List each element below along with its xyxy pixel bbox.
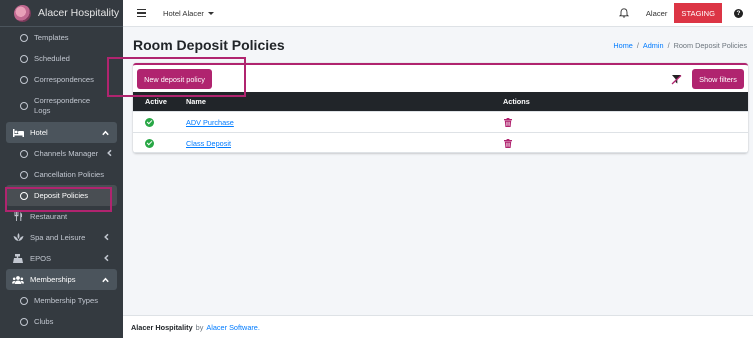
active-check-icon bbox=[145, 139, 154, 148]
environment-badge: STAGING bbox=[674, 3, 722, 23]
brand-link[interactable]: Alacer Hospitality bbox=[0, 0, 123, 27]
trash-icon[interactable] bbox=[504, 139, 512, 148]
deposit-policies-card: New deposit policy Show filters Active N… bbox=[133, 63, 748, 153]
sidebar-section-restaurant[interactable]: Restaurant bbox=[6, 206, 117, 227]
column-header-active[interactable]: Active bbox=[145, 97, 167, 106]
sidebar-item-label: Cancellation Policies bbox=[34, 169, 105, 179]
users-icon bbox=[12, 275, 24, 284]
sidebar-section-label: Spa and Leisure bbox=[30, 233, 86, 242]
circle-icon bbox=[20, 317, 28, 326]
sidebar-section-label: Hotel bbox=[30, 128, 48, 137]
chevron-up-icon bbox=[102, 128, 109, 137]
circle-icon bbox=[20, 149, 28, 158]
sidebar-section-label: Restaurant bbox=[30, 212, 68, 221]
footer-link[interactable]: Alacer Software. bbox=[206, 323, 260, 332]
caret-down-icon bbox=[207, 11, 214, 15]
breadcrumb-separator: / bbox=[667, 41, 670, 50]
column-header-actions: Actions bbox=[503, 97, 530, 106]
new-deposit-policy-button[interactable]: New deposit policy bbox=[137, 69, 212, 89]
sidebar-section-spa-and-leisure[interactable]: Spa and Leisure bbox=[6, 227, 117, 248]
topbar-right: Alacer STAGING ? bbox=[618, 0, 753, 26]
sidebar-section-label: EPOS bbox=[30, 254, 52, 263]
sidebar-item-cancellation-policies[interactable]: Cancellation Policies bbox=[6, 164, 117, 185]
footer-company: Alacer Hospitality bbox=[131, 322, 193, 332]
circle-icon bbox=[20, 296, 28, 305]
sidebar-item-label: Correspondences bbox=[34, 74, 94, 84]
chevron-left-icon bbox=[104, 233, 109, 242]
sidebar-item-clubs[interactable]: Clubs bbox=[6, 311, 117, 332]
circle-icon bbox=[20, 102, 28, 110]
footer: Alacer Hospitality by Alacer Software. bbox=[123, 315, 753, 338]
filter-clear-icon[interactable] bbox=[671, 74, 682, 85]
user-menu[interactable]: Alacer bbox=[646, 9, 668, 18]
column-header-name[interactable]: Name bbox=[186, 97, 206, 106]
table-header: Active Name Actions bbox=[133, 92, 748, 111]
sidebar-item-label: Templates bbox=[34, 32, 69, 42]
breadcrumb-separator: / bbox=[636, 41, 639, 50]
spa-icon bbox=[12, 233, 24, 242]
active-check-icon bbox=[145, 118, 154, 127]
sidebar-item-templates[interactable]: Templates bbox=[6, 27, 117, 48]
breadcrumb-home[interactable]: Home bbox=[613, 41, 632, 50]
chevron-left-icon bbox=[104, 254, 109, 263]
hotel-select-value: Hotel Alacer bbox=[163, 8, 204, 18]
chevron-left-icon bbox=[107, 149, 112, 158]
brand-name: Alacer Hospitality bbox=[38, 7, 120, 19]
circle-icon bbox=[20, 33, 28, 42]
sidebar-item-label: Membership Types bbox=[34, 295, 99, 305]
sidebar-item-correspondences[interactable]: Correspondences bbox=[6, 69, 117, 90]
table-row: Class Deposit bbox=[133, 132, 748, 153]
sidebar-item-label: Clubs bbox=[34, 316, 54, 326]
breadcrumb-current: Room Deposit Policies bbox=[673, 41, 747, 50]
sidebar-section-label: Memberships bbox=[30, 275, 76, 284]
sidebar-section-memberships[interactable]: Memberships bbox=[6, 269, 117, 290]
sidebar-item-scheduled[interactable]: Scheduled bbox=[6, 48, 117, 69]
hotel-select[interactable]: Hotel Alacer bbox=[163, 9, 214, 18]
show-filters-button[interactable]: Show filters bbox=[692, 69, 744, 89]
circle-icon bbox=[20, 170, 28, 179]
topbar: Hotel Alacer Alacer STAGING ? bbox=[123, 0, 753, 27]
sidebar-item-label: Deposit Policies bbox=[34, 190, 89, 200]
sidebar-item-channels-manager[interactable]: Channels Manager bbox=[6, 143, 117, 164]
sidebar-section-hotel[interactable]: Hotel bbox=[6, 122, 117, 143]
sidebar: Alacer Hospitality Templates Scheduled C… bbox=[0, 0, 123, 338]
breadcrumb-admin[interactable]: Admin bbox=[643, 41, 664, 50]
footer-by: by bbox=[195, 322, 204, 332]
sidebar-item-deposit-policies[interactable]: Deposit Policies bbox=[6, 185, 117, 206]
help-icon[interactable]: ? bbox=[734, 8, 743, 18]
brand-logo bbox=[14, 4, 31, 22]
sidebar-item-label: Scheduled bbox=[34, 53, 70, 63]
page-title: Room Deposit Policies bbox=[133, 37, 285, 53]
circle-icon bbox=[20, 54, 28, 63]
bed-icon bbox=[12, 128, 24, 137]
sidebar-item-label: Correspondence Logs bbox=[34, 96, 91, 115]
utensils-icon bbox=[12, 212, 24, 221]
sidebar-item-label: Channels Manager bbox=[34, 148, 99, 158]
chevron-up-icon bbox=[102, 275, 109, 284]
policy-name-link[interactable]: Class Deposit bbox=[186, 139, 231, 148]
sidebar-nav: Templates Scheduled Correspondences Corr… bbox=[0, 27, 123, 332]
sidebar-item-correspondence-logs[interactable]: Correspondence Logs bbox=[6, 90, 117, 122]
cash-register-icon bbox=[12, 254, 24, 263]
circle-icon bbox=[20, 75, 28, 84]
table-row: ADV Purchase bbox=[133, 111, 748, 132]
sidebar-section-epos[interactable]: EPOS bbox=[6, 248, 117, 269]
bell-icon[interactable] bbox=[618, 8, 629, 18]
trash-icon[interactable] bbox=[504, 118, 512, 127]
policy-name-link[interactable]: ADV Purchase bbox=[186, 118, 234, 127]
sidebar-item-membership-types[interactable]: Membership Types bbox=[6, 290, 117, 311]
circle-icon bbox=[20, 191, 28, 200]
menu-toggle-icon[interactable] bbox=[137, 9, 146, 17]
breadcrumb: Home / Admin / Room Deposit Policies bbox=[613, 41, 747, 50]
